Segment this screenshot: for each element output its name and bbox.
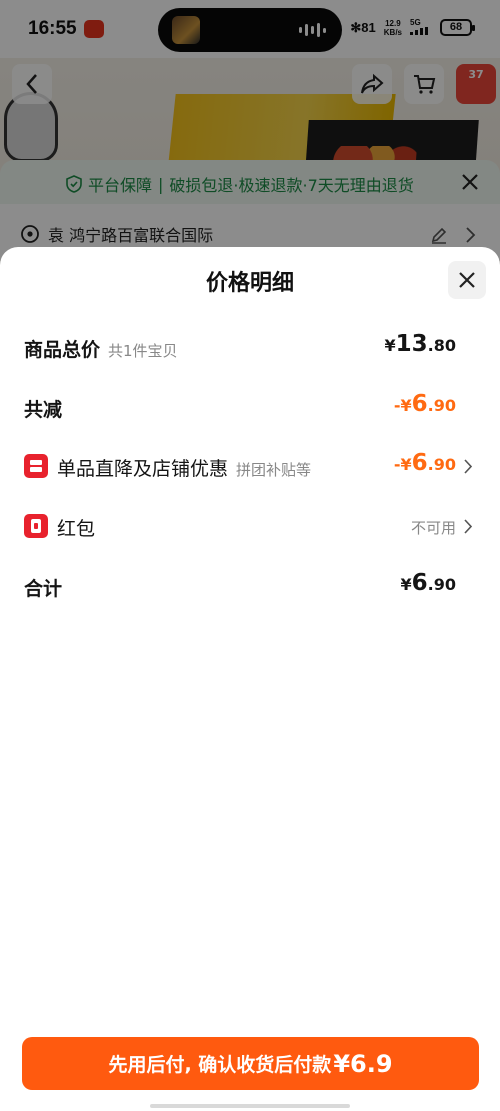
chevron-right-icon[interactable] <box>463 459 472 474</box>
red-packet-icon <box>24 514 48 538</box>
grand-total-price: ¥6.90 <box>400 570 457 596</box>
sheet-close-button[interactable] <box>448 261 486 299</box>
close-icon <box>459 272 475 288</box>
row-store-discount[interactable]: 单品直降及店铺优惠 拼团补贴等 -¥6.90 <box>0 446 500 486</box>
goods-total-label: 商品总价 共1件宝贝 <box>24 339 178 361</box>
price-detail-sheet: 价格明细 商品总价 共1件宝贝 ¥13.80 共减 -¥6.90 单品直降及店铺优… <box>0 247 500 1111</box>
grand-total-label: 合计 <box>24 578 63 600</box>
total-discount-label: 共减 <box>24 399 63 421</box>
row-red-packet[interactable]: 红包 不可用 <box>0 506 500 546</box>
goods-total-price: ¥13.80 <box>384 331 457 357</box>
goods-count: 共1件宝贝 <box>108 342 178 360</box>
red-packet-status: 不可用 <box>410 519 456 537</box>
total-discount-price: -¥6.90 <box>393 391 456 417</box>
home-indicator[interactable] <box>150 1104 350 1108</box>
store-discount-label: 单品直降及店铺优惠 拼团补贴等 <box>57 458 312 480</box>
store-coupon-icon <box>24 454 48 478</box>
store-discount-sub: 拼团补贴等 <box>236 461 312 479</box>
store-discount-price: -¥6.90 <box>393 450 456 476</box>
pay-later-label: 先用后付, 确认收货后付款 <box>108 1054 332 1076</box>
pay-later-button[interactable]: 先用后付, 确认收货后付款 ¥6.9 <box>22 1037 479 1090</box>
row-grand-total: 合计 ¥6.90 <box>0 566 500 606</box>
pay-later-amount: ¥6.9 <box>333 1049 393 1078</box>
red-packet-label: 红包 <box>57 518 96 540</box>
sheet-title: 价格明细 <box>205 271 294 296</box>
row-total-discount: 共减 -¥6.90 <box>0 387 500 427</box>
chevron-right-icon[interactable] <box>463 519 472 534</box>
row-goods-total: 商品总价 共1件宝贝 ¥13.80 <box>0 327 500 367</box>
